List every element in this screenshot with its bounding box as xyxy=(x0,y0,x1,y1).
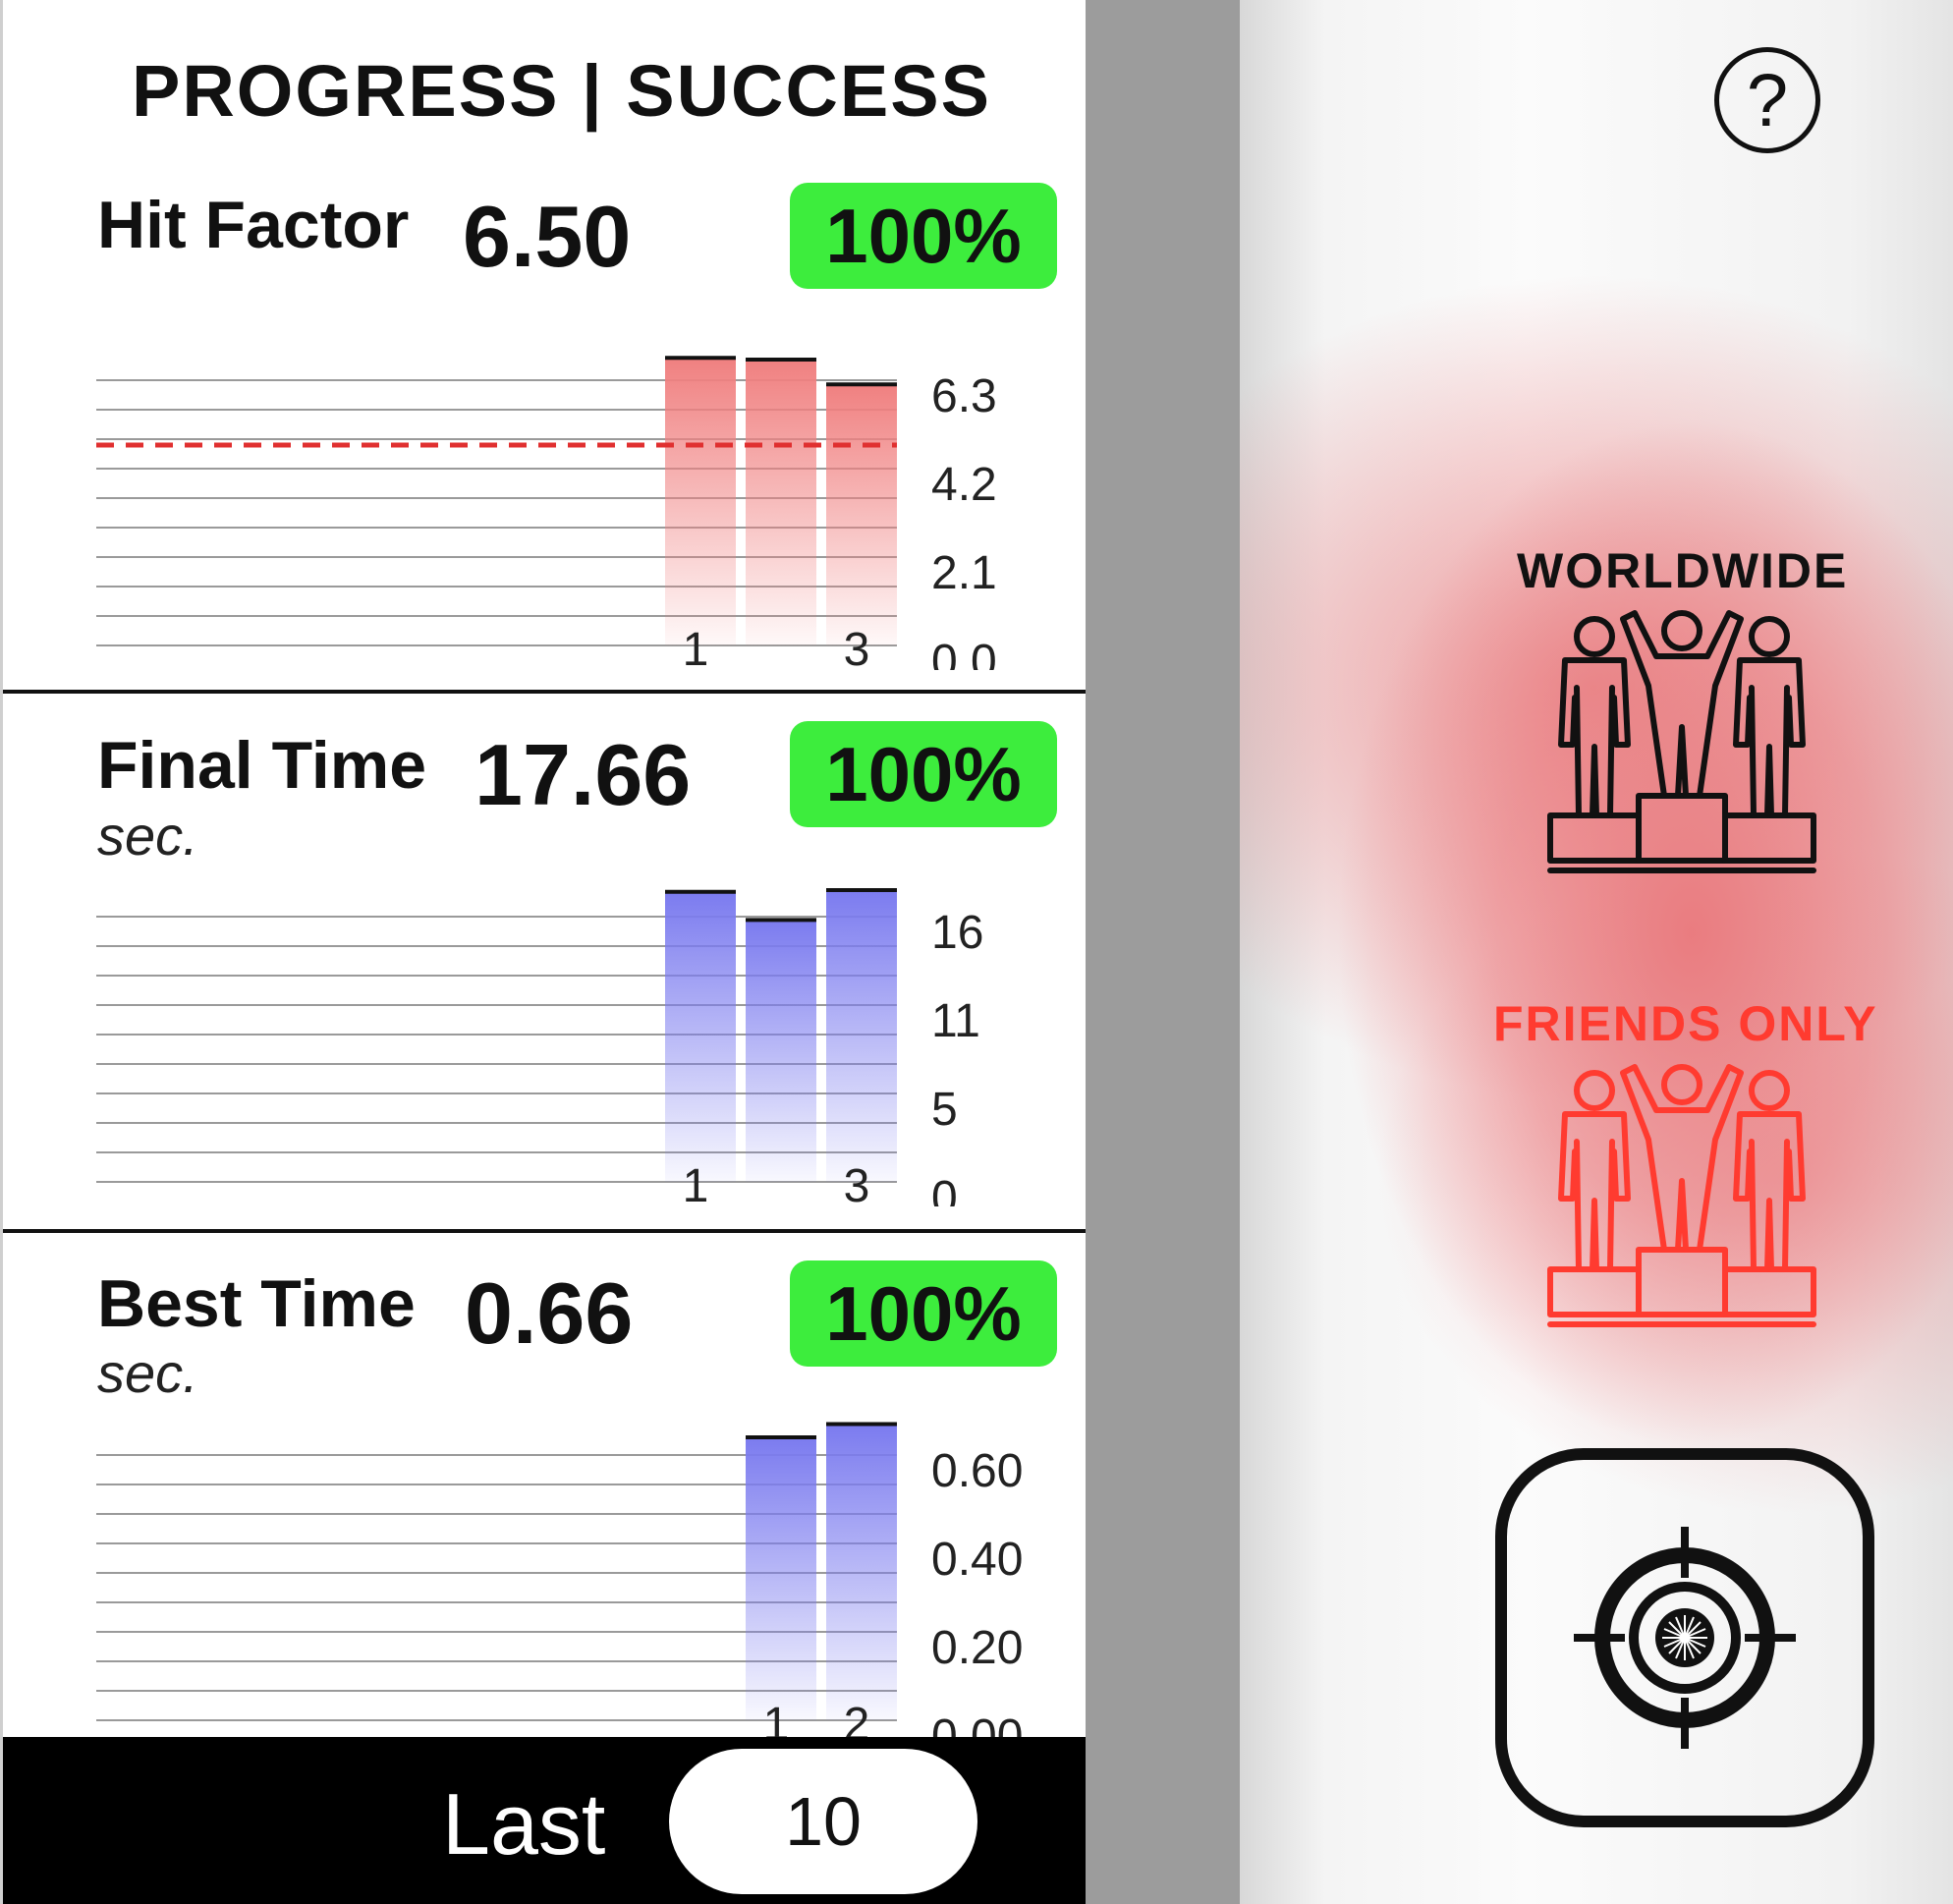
podium-friends-icon[interactable] xyxy=(1544,1063,1829,1338)
podium-block xyxy=(1636,793,1728,864)
chart-bar xyxy=(746,920,816,1182)
chart-bar xyxy=(665,358,736,645)
hit-factor-label: Hit Factor xyxy=(97,188,410,262)
x-tick-label: 3 xyxy=(844,624,870,670)
y-tick-label: 0.0 xyxy=(931,636,997,670)
divider-line xyxy=(3,690,1088,694)
y-tick-label: 0.20 xyxy=(931,1622,1023,1674)
target-icon xyxy=(1574,1527,1796,1749)
figure-body xyxy=(1558,1111,1631,1272)
hit-factor-chart: 6.3 4.2 2.1 0.0 1 3 xyxy=(96,356,997,670)
target-button[interactable] xyxy=(1495,1448,1874,1827)
page-title: PROGRESS | SUCCESS xyxy=(132,50,992,132)
y-tick-label: 0 xyxy=(931,1172,958,1206)
worldwide-label[interactable]: WORLDWIDE xyxy=(1517,542,1848,599)
podium-block xyxy=(1547,1266,1642,1317)
podium-block xyxy=(1547,812,1642,864)
last-count-selector[interactable]: 10 xyxy=(669,1749,977,1894)
question-icon[interactable]: ? xyxy=(1714,47,1820,153)
final-time-badge: 100% xyxy=(790,721,1057,827)
podium-block xyxy=(1722,1266,1816,1317)
figure-head xyxy=(1749,616,1790,657)
best-time-unit: sec. xyxy=(97,1342,198,1404)
figure-head xyxy=(1574,1070,1615,1111)
figure-head xyxy=(1574,616,1615,657)
figure-head xyxy=(1661,1064,1702,1105)
y-tick-label: 0.60 xyxy=(931,1445,1023,1497)
podium-block xyxy=(1636,1247,1728,1317)
podium-worldwide-icon[interactable] xyxy=(1544,609,1829,884)
figure-head xyxy=(1749,1070,1790,1111)
podium-block xyxy=(1722,812,1816,864)
y-tick-label: 2.1 xyxy=(931,547,997,599)
chart-bar xyxy=(746,360,816,645)
y-tick-label: 5 xyxy=(931,1084,958,1136)
figure-body xyxy=(1558,657,1631,818)
chart-bar xyxy=(746,1437,816,1720)
figure-body xyxy=(1620,1064,1744,1253)
chart-bar xyxy=(826,384,897,645)
chart-bar xyxy=(826,890,897,1182)
panel-divider xyxy=(1086,0,1240,1904)
x-tick-label: 1 xyxy=(683,1160,709,1206)
friends-only-label[interactable]: FRIENDS ONLY xyxy=(1493,995,1878,1052)
figure-body xyxy=(1733,1111,1806,1272)
x-tick-label: 3 xyxy=(844,1160,870,1206)
final-time-chart: 16 11 5 0 1 3 xyxy=(96,888,983,1206)
figure-head xyxy=(1661,610,1702,651)
best-time-chart: 0.600.400.200.001 2 xyxy=(96,1422,1023,1745)
figure-body xyxy=(1733,657,1806,818)
progress-panel: PROGRESS | SUCCESS Hit Factor 6.50 100% … xyxy=(0,0,1088,1904)
last-label: Last xyxy=(442,1775,606,1873)
y-tick-label: 6.3 xyxy=(931,370,997,422)
y-tick-label: 0.40 xyxy=(931,1534,1023,1586)
best-time-badge: 100% xyxy=(790,1260,1057,1367)
figure-body xyxy=(1620,610,1744,799)
final-time-value: 17.66 xyxy=(474,726,692,823)
divider-line xyxy=(3,1229,1088,1233)
y-tick-label: 16 xyxy=(931,907,983,959)
best-time-label: Best Time xyxy=(97,1266,416,1341)
chart-bar xyxy=(826,1424,897,1720)
final-time-label: Final Time xyxy=(97,728,427,803)
final-time-unit: sec. xyxy=(97,805,198,867)
hit-factor-value: 6.50 xyxy=(463,188,632,285)
hit-factor-badge: 100% xyxy=(790,183,1057,289)
x-tick-label: 1 xyxy=(683,624,709,670)
y-tick-label: 4.2 xyxy=(931,459,997,511)
best-time-value: 0.66 xyxy=(465,1264,634,1362)
chart-bar xyxy=(665,891,736,1182)
y-tick-label: 11 xyxy=(931,995,980,1047)
